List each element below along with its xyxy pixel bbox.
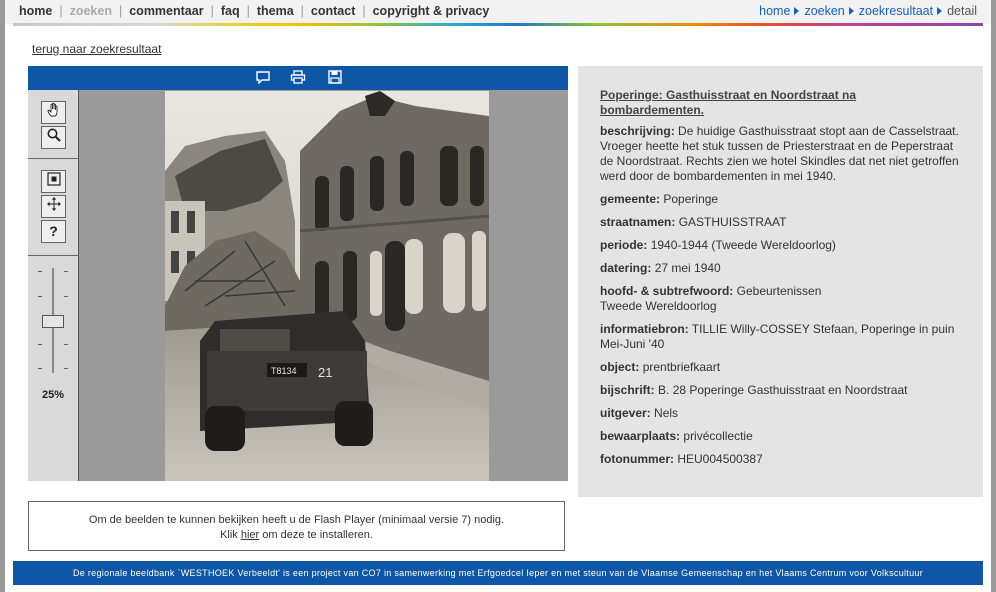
field-label: straatnamen: <box>600 215 676 229</box>
field-value: prentbriefkaart <box>642 360 721 374</box>
breadcrumb-zoeken[interactable]: zoeken <box>804 4 844 18</box>
field-label: object: <box>600 360 640 374</box>
tool-divider <box>28 158 78 159</box>
field-value: B. 28 Poperinge Gasthuisstraat en Noords… <box>658 383 908 397</box>
nav-contact[interactable]: contact <box>311 4 355 18</box>
help-icon[interactable]: ? <box>41 220 66 243</box>
field-value: Tweede Wereldoorlog <box>600 299 717 313</box>
move-icon[interactable] <box>41 195 66 218</box>
breadcrumb-arrow-icon <box>848 7 854 15</box>
hand-icon[interactable] <box>41 101 66 124</box>
field-value: 27 mei 1940 <box>654 261 721 275</box>
field-label: periode: <box>600 238 648 252</box>
comment-icon[interactable] <box>254 70 272 86</box>
vehicle-plate-right: 21 <box>318 365 332 380</box>
field-label: beschrijving: <box>600 124 675 138</box>
flash-notice-line1: Om de beelden te kunnen bekijken heeft u… <box>88 514 505 526</box>
field-gemeente: gemeente: Poperinge <box>600 192 962 207</box>
nav-faq[interactable]: faq <box>221 4 240 18</box>
field-value: GASTHUISSTRAAT <box>678 215 787 229</box>
nav-copyright-privacy[interactable]: copyright & privacy <box>373 4 490 18</box>
nav-separator: | <box>362 4 366 18</box>
page: home | zoeken | commentaar | faq | thema | contact… <box>5 0 991 592</box>
field-beschrijving: beschrijving: De huidige Gasthuisstraat … <box>600 124 962 184</box>
field-bewaarplaats: bewaarplaats: privécollectie <box>600 429 962 444</box>
slider-tick <box>38 296 42 297</box>
field-datering: datering: 27 mei 1940 <box>600 261 962 276</box>
field-value: privécollectie <box>683 429 753 443</box>
field-label: bewaarplaats: <box>600 429 681 443</box>
slider-tick <box>38 271 42 272</box>
field-object: object: prentbriefkaart <box>600 360 962 375</box>
nav-thema[interactable]: thema <box>257 4 294 18</box>
slider-tick <box>64 271 68 272</box>
slider-tick <box>64 344 68 345</box>
nav-separator: | <box>59 4 63 18</box>
field-label: datering: <box>600 261 652 275</box>
image-viewer: ? 25% T8134 21 <box>28 66 568 481</box>
field-value: 1940-1944 (Tweede Wereldoorlog) <box>650 238 836 252</box>
field-fotonummer: fotonummer: HEU004500387 <box>600 452 962 467</box>
nav-separator: | <box>300 4 304 18</box>
fit-icon[interactable] <box>41 170 66 193</box>
breadcrumb: home zoeken zoekresultaat detail <box>759 4 977 18</box>
breadcrumb-home[interactable]: home <box>759 4 790 18</box>
field-value: Nels <box>654 406 679 420</box>
nav-separator: | <box>246 4 250 18</box>
field-value: Gebeurtenissen <box>736 284 822 298</box>
flash-notice-text: om deze te installeren. <box>259 529 373 541</box>
footer: De regionale beeldbank `WESTHOEK Verbeel… <box>13 561 983 585</box>
top-navigation: home | zoeken | commentaar | faq | thema | contact… <box>5 0 991 24</box>
field-label: hoofd- & subtrefwoord: <box>600 284 734 298</box>
field-value: Poperinge <box>663 192 719 206</box>
historic-photo: T8134 21 <box>165 91 489 481</box>
field-periode: periode: 1940-1944 (Tweede Wereldoorlog) <box>600 238 962 253</box>
field-straatnamen: straatnamen: GASTHUISSTRAAT <box>600 215 962 230</box>
field-bijschrift: bijschrift: B. 28 Poperinge Gasthuisstra… <box>600 383 962 398</box>
field-uitgever: uitgever: Nels <box>600 406 962 421</box>
back-to-results-link[interactable]: terug naar zoekresultaat <box>32 42 161 56</box>
slider-tick <box>64 368 68 369</box>
field-trefwoord: hoofd- & subtrefwoord: Gebeurtenissen Twe… <box>600 284 962 314</box>
print-icon[interactable] <box>289 70 307 86</box>
slider-tick <box>64 296 68 297</box>
breadcrumb-arrow-icon <box>937 7 943 15</box>
tool-divider <box>28 255 78 256</box>
main-menu: home | zoeken | commentaar | faq | thema | contact… <box>19 4 489 18</box>
nav-commentaar[interactable]: commentaar <box>129 4 203 18</box>
nav-separator: | <box>118 4 123 18</box>
viewer-tool-panel: ? 25% <box>28 90 79 481</box>
slider-tick <box>38 344 42 345</box>
breadcrumb-current: detail <box>947 4 977 18</box>
flash-install-link[interactable]: hier <box>241 529 259 541</box>
field-label: fotonummer: <box>600 452 674 466</box>
record-title: Poperinge: Gasthuisstraat en Noordstraat… <box>600 88 857 117</box>
breadcrumb-zoekresultaat[interactable]: zoekresultaat <box>859 4 933 18</box>
flash-player-notice: Om de beelden te kunnen bekijken heeft u… <box>28 501 565 551</box>
field-label: bijschrift: <box>600 383 655 397</box>
zoom-level-label: 25% <box>41 389 65 401</box>
color-divider <box>13 23 983 26</box>
field-informatiebron: informatiebron: TILLIE Willy-COSSEY Stef… <box>600 322 962 352</box>
flash-notice-text: Klik <box>220 529 241 541</box>
field-label: uitgever: <box>600 406 651 420</box>
field-label: gemeente: <box>600 192 661 206</box>
nav-zoeken: zoeken <box>69 4 112 18</box>
nav-separator: | <box>210 4 214 18</box>
zoom-icon[interactable] <box>41 126 66 149</box>
flash-notice-line2: Klik hier om deze te installeren. <box>29 528 564 543</box>
record-details-panel: Poperinge: Gasthuisstraat en Noordstraat… <box>578 66 983 497</box>
breadcrumb-arrow-icon <box>794 7 800 15</box>
viewer-toolbar <box>28 66 568 90</box>
nav-home[interactable]: home <box>19 4 52 18</box>
field-value: HEU004500387 <box>677 452 763 466</box>
slider-tick <box>38 368 42 369</box>
vehicle-plate-left: T8134 <box>271 366 297 376</box>
save-icon[interactable] <box>326 70 344 86</box>
zoom-slider-thumb[interactable] <box>42 315 64 328</box>
field-label: informatiebron: <box>600 322 689 336</box>
